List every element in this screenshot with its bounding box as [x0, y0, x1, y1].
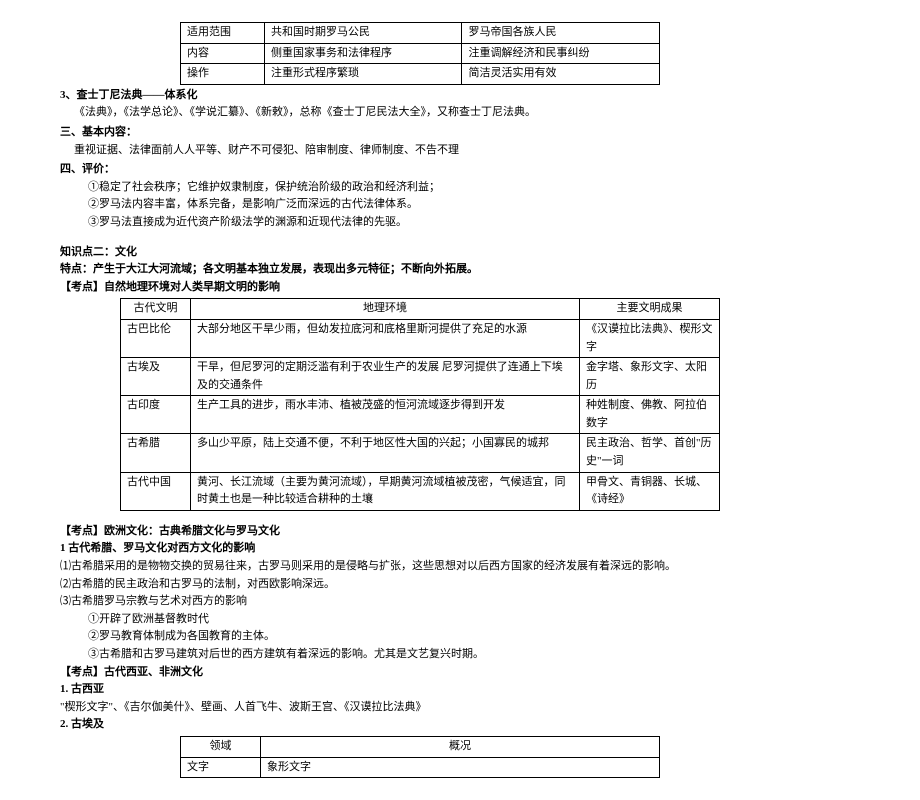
kaodian-1: 【考点】自然地理环境对人类早期文明的影响: [60, 279, 860, 297]
cell: 注重形式程序繁琐: [265, 64, 462, 85]
heading-kp2: 知识点二：文化: [60, 244, 860, 262]
cell: 概况: [261, 736, 660, 757]
heading-asia-1: 1. 古西亚: [60, 681, 860, 699]
table-row: 适用范围 共和国时期罗马公民 罗马帝国各族人民: [181, 23, 660, 44]
heading-euro-1: 1 古代希腊、罗马文化对西方文化的影响: [60, 540, 860, 558]
table-row: 领域 概况: [181, 736, 660, 757]
kaodian-euro: 【考点】欧洲文化：古典希腊文化与罗马文化: [60, 523, 860, 541]
cell: 适用范围: [181, 23, 265, 44]
cell: 侧重国家事务和法律程序: [265, 43, 462, 64]
cell: 种姓制度、佛教、阿拉伯数字: [580, 396, 720, 434]
cell: 文字: [181, 757, 261, 778]
body-text: ⑴古希腊采用的是物物交换的贸易往来，古罗马则采用的是侵略与扩张，这些思想对以后西…: [60, 558, 860, 576]
cell: 古代中国: [121, 472, 191, 510]
table-row: 古巴比伦 大部分地区干旱少雨，但幼发拉底河和底格里斯河提供了充足的水源 《汉谟拉…: [121, 319, 720, 357]
cell: 《汉谟拉比法典》、楔形文字: [580, 319, 720, 357]
body-text: "楔形文字"、《吉尔伽美什》、壁画、人首飞牛、波斯王宫、《汉谟拉比法典》: [60, 699, 860, 717]
body-text: 《法典》，《法学总论》、《学说汇纂》、《新敕》，总称《查士丁尼民法大全》，又称查…: [60, 104, 860, 122]
cell: 古印度: [121, 396, 191, 434]
cell: 共和国时期罗马公民: [265, 23, 462, 44]
heading-san: 三、基本内容：: [60, 124, 860, 142]
body-text: ①开辟了欧洲基督教时代: [60, 611, 860, 629]
cell: 内容: [181, 43, 265, 64]
cell: 操作: [181, 64, 265, 85]
cell: 象形文字: [261, 757, 660, 778]
feature-line: 特点：产生于大江大河流域；各文明基本独立发展，表现出多元特征；不断向外拓展。: [60, 261, 860, 279]
cell: 注重调解经济和民事纠纷: [462, 43, 660, 64]
table-civilizations: 古代文明 地理环境 主要文明成果 古巴比伦 大部分地区干旱少雨，但幼发拉底河和底…: [120, 298, 720, 511]
cell: 古希腊: [121, 434, 191, 472]
heading-3: 3、查士丁尼法典——体系化: [60, 87, 860, 105]
table-row: 古希腊 多山少平原，陆上交通不便，不利于地区性大国的兴起；小国寡民的城邦 民主政…: [121, 434, 720, 472]
table-scope: 适用范围 共和国时期罗马公民 罗马帝国各族人民 内容 侧重国家事务和法律程序 注…: [180, 22, 660, 85]
heading-asia-2: 2. 古埃及: [60, 716, 860, 734]
table-row: 文字 象形文字: [181, 757, 660, 778]
cell: 大部分地区干旱少雨，但幼发拉底河和底格里斯河提供了充足的水源: [191, 319, 580, 357]
cell: 黄河、长江流域（主要为黄河流域），早期黄河流域植被茂密，气候适宜，同时黄土也是一…: [191, 472, 580, 510]
body-text: ①稳定了社会秩序；它维护奴隶制度，保护统治阶级的政治和经济利益；: [60, 179, 860, 197]
body-text: ⑵古希腊的民主政治和古罗马的法制，对西欧影响深远。: [60, 576, 860, 594]
body-text: ③古希腊和古罗马建筑对后世的西方建筑有着深远的影响。尤其是文艺复兴时期。: [60, 646, 860, 664]
cell: 民主政治、哲学、首创"历史"一词: [580, 434, 720, 472]
cell: 甲骨文、青铜器、长城、《诗经》: [580, 472, 720, 510]
table-row: 古埃及 干旱，但尼罗河的定期泛滥有利于农业生产的发展 尼罗河提供了连通上下埃及的…: [121, 358, 720, 396]
body-text: ③罗马法直接成为近代资产阶级法学的渊源和近现代法律的先驱。: [60, 214, 860, 232]
body-text: ②罗马法内容丰富，体系完备，是影响广泛而深远的古代法律体系。: [60, 196, 860, 214]
heading-si: 四、评价：: [60, 161, 860, 179]
table-row: 古代文明 地理环境 主要文明成果: [121, 299, 720, 320]
body-text: ②罗马教育体制成为各国教育的主体。: [60, 628, 860, 646]
table-row: 古代中国 黄河、长江流域（主要为黄河流域），早期黄河流域植被茂密，气候适宜，同时…: [121, 472, 720, 510]
cell: 古代文明: [121, 299, 191, 320]
cell: 生产工具的进步，雨水丰沛、植被茂盛的恒河流域逐步得到开发: [191, 396, 580, 434]
table-row: 古印度 生产工具的进步，雨水丰沛、植被茂盛的恒河流域逐步得到开发 种姓制度、佛教…: [121, 396, 720, 434]
cell: 多山少平原，陆上交通不便，不利于地区性大国的兴起；小国寡民的城邦: [191, 434, 580, 472]
body-text: ⑶古希腊罗马宗教与艺术对西方的影响: [60, 593, 860, 611]
kaodian-asia: 【考点】古代西亚、非洲文化: [60, 664, 860, 682]
body-text: 重视证据、法律面前人人平等、财产不可侵犯、陪审制度、律师制度、不告不理: [60, 142, 860, 160]
cell: 干旱，但尼罗河的定期泛滥有利于农业生产的发展 尼罗河提供了连通上下埃及的交通条件: [191, 358, 580, 396]
cell: 领域: [181, 736, 261, 757]
cell: 主要文明成果: [580, 299, 720, 320]
cell: 罗马帝国各族人民: [462, 23, 660, 44]
cell: 简洁灵活实用有效: [462, 64, 660, 85]
cell: 古埃及: [121, 358, 191, 396]
cell: 金字塔、象形文字、太阳历: [580, 358, 720, 396]
cell: 古巴比伦: [121, 319, 191, 357]
table-row: 内容 侧重国家事务和法律程序 注重调解经济和民事纠纷: [181, 43, 660, 64]
table-row: 操作 注重形式程序繁琐 简洁灵活实用有效: [181, 64, 660, 85]
table-egypt: 领域 概况 文字 象形文字: [180, 736, 660, 778]
cell: 地理环境: [191, 299, 580, 320]
